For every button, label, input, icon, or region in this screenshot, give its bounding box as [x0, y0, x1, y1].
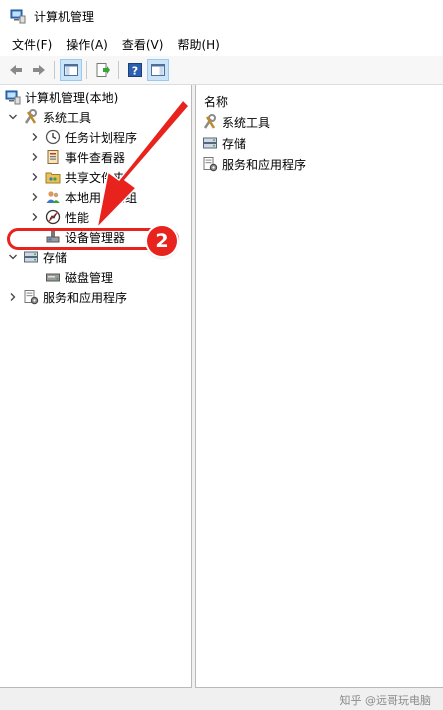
status-bar: 知乎 @远哥玩电脑: [0, 688, 443, 710]
step-badge: 2: [147, 226, 177, 256]
annotation-arrow: [95, 98, 191, 231]
watermark: 知乎 @远哥玩电脑: [339, 694, 432, 707]
